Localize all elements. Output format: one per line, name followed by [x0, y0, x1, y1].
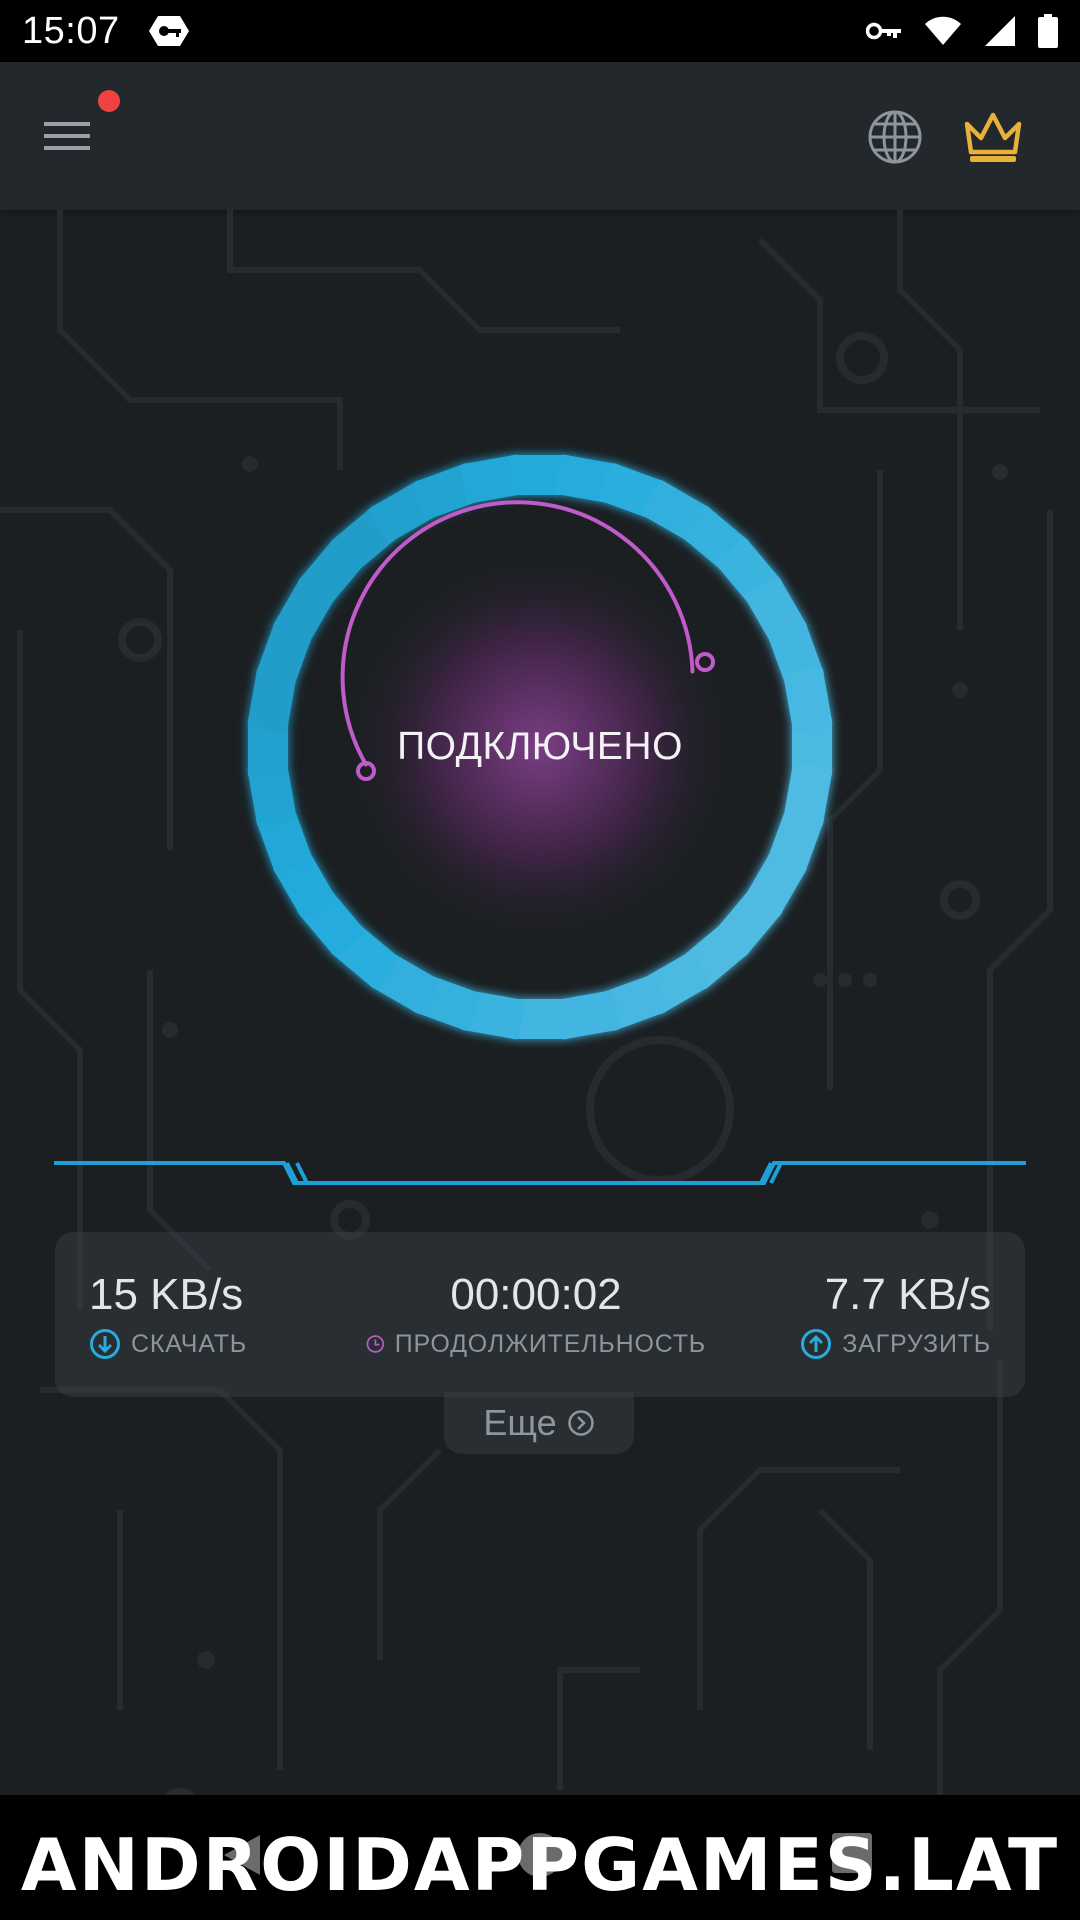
download-label: СКАЧАТЬ: [131, 1329, 248, 1358]
upload-label: ЗАГРУЗИТЬ: [842, 1329, 991, 1358]
wifi-icon: [925, 16, 961, 45]
vpn-badge-icon: [148, 16, 189, 46]
more-button[interactable]: Еще: [444, 1392, 634, 1454]
download-stat: 15 KB/s СКАЧАТЬ: [89, 1270, 247, 1360]
battery-icon: [1038, 14, 1058, 48]
connection-status: ПОДКЛЮЧЕНО: [397, 725, 683, 768]
stats-panel: 15 KB/s СКАЧАТЬ 00:00:02 ПРОДОЛЖИТЕЛЬНОС…: [55, 1232, 1025, 1397]
download-speed: 15 KB/s: [89, 1270, 244, 1319]
duration-label: ПРОДОЛЖИТЕЛЬНОСТЬ: [394, 1329, 706, 1358]
signal-icon: [985, 16, 1015, 46]
premium-button[interactable]: [962, 108, 1024, 166]
duration-stat: 00:00:02 ПРОДОЛЖИТЕЛЬНОСТЬ: [366, 1270, 706, 1360]
server-location-button[interactable]: [866, 108, 924, 166]
crown-icon: [964, 112, 1022, 162]
status-bar: 15:07: [0, 0, 1080, 62]
menu-button[interactable]: [40, 108, 96, 164]
download-arrow-icon: [90, 1329, 120, 1359]
more-label: Еще: [483, 1402, 557, 1443]
clock-icon: [366, 1335, 385, 1353]
chevron-right-circle-icon: [567, 1410, 594, 1436]
status-time: 15:07: [22, 9, 120, 52]
connect-button[interactable]: ПОДКЛЮЧЕНО: [360, 567, 720, 927]
connection-duration: 00:00:02: [450, 1270, 622, 1319]
divider-line: [54, 1161, 1026, 1185]
notification-dot: [98, 90, 120, 112]
watermark: ANDROIDAPPGAMES.LAT: [20, 1823, 1060, 1907]
upload-stat: 7.7 KB/s ЗАГРУЗИТЬ: [800, 1270, 991, 1360]
menu-icon: [44, 122, 90, 150]
ring-segment: [783, 667, 833, 733]
key-icon: [866, 22, 901, 40]
globe-icon: [868, 110, 922, 164]
app-bar: [0, 62, 1080, 210]
upload-speed: 7.7 KB/s: [824, 1270, 991, 1319]
upload-arrow-icon: [801, 1329, 832, 1359]
